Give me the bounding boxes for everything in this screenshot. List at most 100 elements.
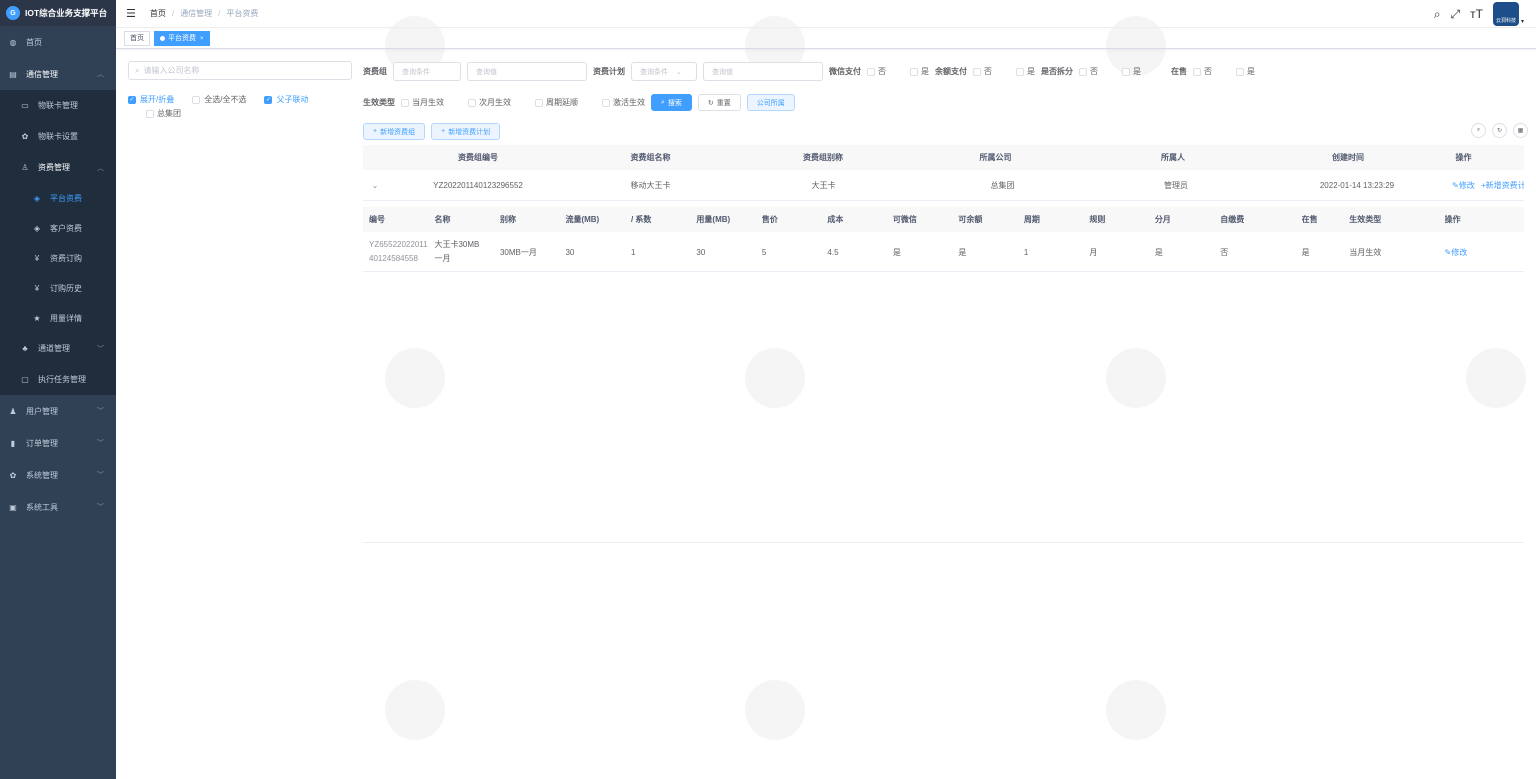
- columns-icon[interactable]: ▦: [1513, 123, 1528, 138]
- sidebar-item-card-settings[interactable]: ✿ 物联卡设置: [0, 121, 116, 152]
- option-label: 是: [1133, 67, 1141, 76]
- tree-node-label: 总集团: [157, 109, 181, 118]
- sidebar-item-communication[interactable]: ▤ 通信管理 ︿: [0, 58, 116, 90]
- navbar-right: ⌕ ⤢ ᴛT 云洞科技 ▾: [1434, 2, 1524, 26]
- sidebar-item-tariff-management[interactable]: ♙ 资费管理 ︿: [0, 152, 116, 183]
- effect-activation-checkbox[interactable]: 激活生效: [602, 97, 645, 108]
- tariff-plan-label: 资费计划: [593, 67, 625, 76]
- sidebar-item-label: 订单管理: [26, 438, 58, 448]
- button-label: 搜索: [667, 99, 682, 107]
- group-alias-cell: 大王卡: [811, 181, 836, 190]
- option-label: 否: [1204, 67, 1212, 76]
- expand-collapse-checkbox[interactable]: ✓ 展开/折叠: [128, 94, 174, 105]
- reset-button[interactable]: ↻ 重置: [697, 94, 741, 111]
- watermark-logo: [385, 680, 445, 740]
- sidebar-item-system-management[interactable]: ✿ 系统管理 ﹀: [0, 459, 116, 491]
- hamburger-icon[interactable]: ☰: [126, 7, 136, 20]
- sidebar-item-card-management[interactable]: ▭ 物联卡管理: [0, 90, 116, 121]
- wechat-pay-no-checkbox[interactable]: 否: [867, 66, 886, 77]
- edit-plan-link[interactable]: ✎修改: [1445, 248, 1468, 257]
- column-header: 流量(MB): [565, 215, 600, 224]
- sidebar-item-home[interactable]: ◍ 首页: [0, 26, 116, 58]
- select-all-checkbox[interactable]: 全选/全不选: [192, 94, 246, 105]
- sidebar-item-order-history[interactable]: ¥ 订购历史: [0, 273, 116, 303]
- sidebar-item-tariff-order[interactable]: ¥ 资费订购: [0, 243, 116, 273]
- sidebar-item-usage-details[interactable]: ★ 用量详情: [0, 303, 116, 333]
- caret-down-icon[interactable]: ▾: [1521, 18, 1524, 25]
- add-tariff-plan-button[interactable]: + 新增资费计划: [431, 123, 501, 140]
- column-header: 周期: [1023, 215, 1040, 224]
- button-label: 重置: [716, 99, 731, 107]
- tag-platform-tariff[interactable]: 平台资费 ×: [154, 31, 210, 46]
- expand-chevron-icon[interactable]: ⌄: [363, 181, 387, 190]
- company-button[interactable]: 公司所属: [746, 94, 795, 111]
- add-tariff-group-button[interactable]: + 新增资费组: [363, 123, 426, 140]
- checkbox-icon: [535, 98, 543, 107]
- effect-cycle-delay-checkbox[interactable]: 周期延顺: [535, 97, 578, 108]
- plan-split-cell: 是: [1154, 247, 1163, 257]
- shield-icon: ◈: [33, 193, 41, 203]
- star-icon: ★: [33, 313, 41, 323]
- group-id-cell: YZ202201140123296552: [433, 181, 523, 190]
- tree-node-group[interactable]: 总集团: [146, 108, 352, 119]
- balance-pay-yes-checkbox[interactable]: 是: [1016, 66, 1035, 77]
- split-yes-checkbox[interactable]: 是: [1122, 66, 1141, 77]
- option-label: 是: [1027, 67, 1035, 76]
- column-header: 所属公司: [979, 153, 1012, 162]
- tariff-group-value-input[interactable]: 查询值: [467, 62, 587, 81]
- chevron-down-icon: ﹀: [97, 408, 104, 415]
- monitor-icon: ▢: [21, 375, 29, 384]
- column-header: 名称: [434, 215, 451, 224]
- sidebar-item-customer-tariff[interactable]: ◈ 客户资费: [0, 213, 116, 243]
- effect-next-month-checkbox[interactable]: 次月生效: [468, 97, 511, 108]
- plan-usage-cell: 30: [696, 247, 706, 257]
- app-logo[interactable]: G IOT综合业务支撑平台: [0, 0, 116, 26]
- effect-current-month-checkbox[interactable]: 当月生效: [401, 97, 444, 108]
- breadcrumb-current: 平台资费: [226, 9, 259, 18]
- wechat-pay-yes-checkbox[interactable]: 是: [910, 66, 929, 77]
- fullscreen-icon[interactable]: ⤢: [1451, 7, 1461, 22]
- chevron-down-icon: ﹀: [97, 504, 104, 511]
- sidebar: G IOT综合业务支撑平台 ◍ 首页 ▤ 通信管理 ︿ ▭ 物联卡管理 ✿ 物联卡设置 ♙…: [0, 0, 116, 779]
- button-label: 新增资费计划: [448, 128, 491, 136]
- sidebar-item-platform-tariff[interactable]: ◈ 平台资费: [0, 183, 116, 213]
- add-plan-link[interactable]: +新增资费计划: [1481, 181, 1524, 190]
- close-icon[interactable]: ×: [200, 36, 204, 42]
- sidebar-item-system-tools[interactable]: ▣ 系统工具 ﹀: [0, 491, 116, 523]
- plan-id-cell: YZ65522022011 40124584558: [363, 238, 434, 266]
- column-header: 分月: [1154, 215, 1171, 224]
- table-row: YZ65522022011 40124584558 大王卡30MB 一月 30MB一…: [363, 233, 1524, 272]
- yen-icon: ¥: [34, 253, 40, 263]
- tag-home[interactable]: 首页: [124, 31, 150, 46]
- font-size-icon[interactable]: ᴛT: [1470, 7, 1483, 21]
- shield-icon: ◈: [33, 223, 41, 233]
- column-header: / 系数: [630, 215, 652, 224]
- refresh-icon[interactable]: ↻: [1492, 123, 1507, 138]
- checkbox-icon: [867, 67, 875, 76]
- sidebar-item-order-management[interactable]: ▮ 订单管理 ﹀: [0, 427, 116, 459]
- parent-child-link-checkbox[interactable]: ✓ 父子联动: [264, 94, 308, 105]
- sidebar-item-channel-management[interactable]: ♣ 通道管理 ﹀: [0, 333, 116, 364]
- on-sale-no-checkbox[interactable]: 否: [1193, 66, 1212, 77]
- sidebar-item-task-management[interactable]: ▢ 执行任务管理: [0, 364, 116, 395]
- on-sale-yes-checkbox[interactable]: 是: [1236, 66, 1255, 77]
- avatar[interactable]: 云洞科技: [1492, 2, 1519, 26]
- tariff-plan-value-input[interactable]: 查询值: [703, 62, 823, 81]
- search-icon[interactable]: ⌕: [1434, 7, 1441, 22]
- plan-name-line: 一月: [434, 254, 451, 263]
- sidebar-item-label: 首页: [26, 37, 42, 47]
- split-no-checkbox[interactable]: 否: [1079, 66, 1098, 77]
- chevron-up-icon: ︿: [97, 164, 104, 172]
- breadcrumb-home[interactable]: 首页: [150, 8, 166, 19]
- balance-pay-no-checkbox[interactable]: 否: [973, 66, 992, 77]
- edit-group-link[interactable]: ✎修改: [1452, 181, 1475, 190]
- tariff-group-condition-select[interactable]: 查询条件: [393, 62, 461, 81]
- search-toggle-icon[interactable]: ⌕: [1471, 123, 1486, 138]
- option-label: 否: [878, 67, 886, 76]
- search-button[interactable]: ⌕ 搜索: [651, 94, 692, 111]
- on-sale-label: 在售: [1171, 67, 1187, 76]
- tariff-plan-condition-select[interactable]: 查询条件 ⌄: [631, 62, 697, 81]
- sidebar-item-user-management[interactable]: ♟ 用户管理 ﹀: [0, 395, 116, 427]
- company-search-input[interactable]: ⌕ 请输入公司名称: [128, 61, 352, 80]
- table-row: ⌄ YZ202201140123296552 移动大王卡 大王卡 总集团 管理员…: [363, 171, 1524, 201]
